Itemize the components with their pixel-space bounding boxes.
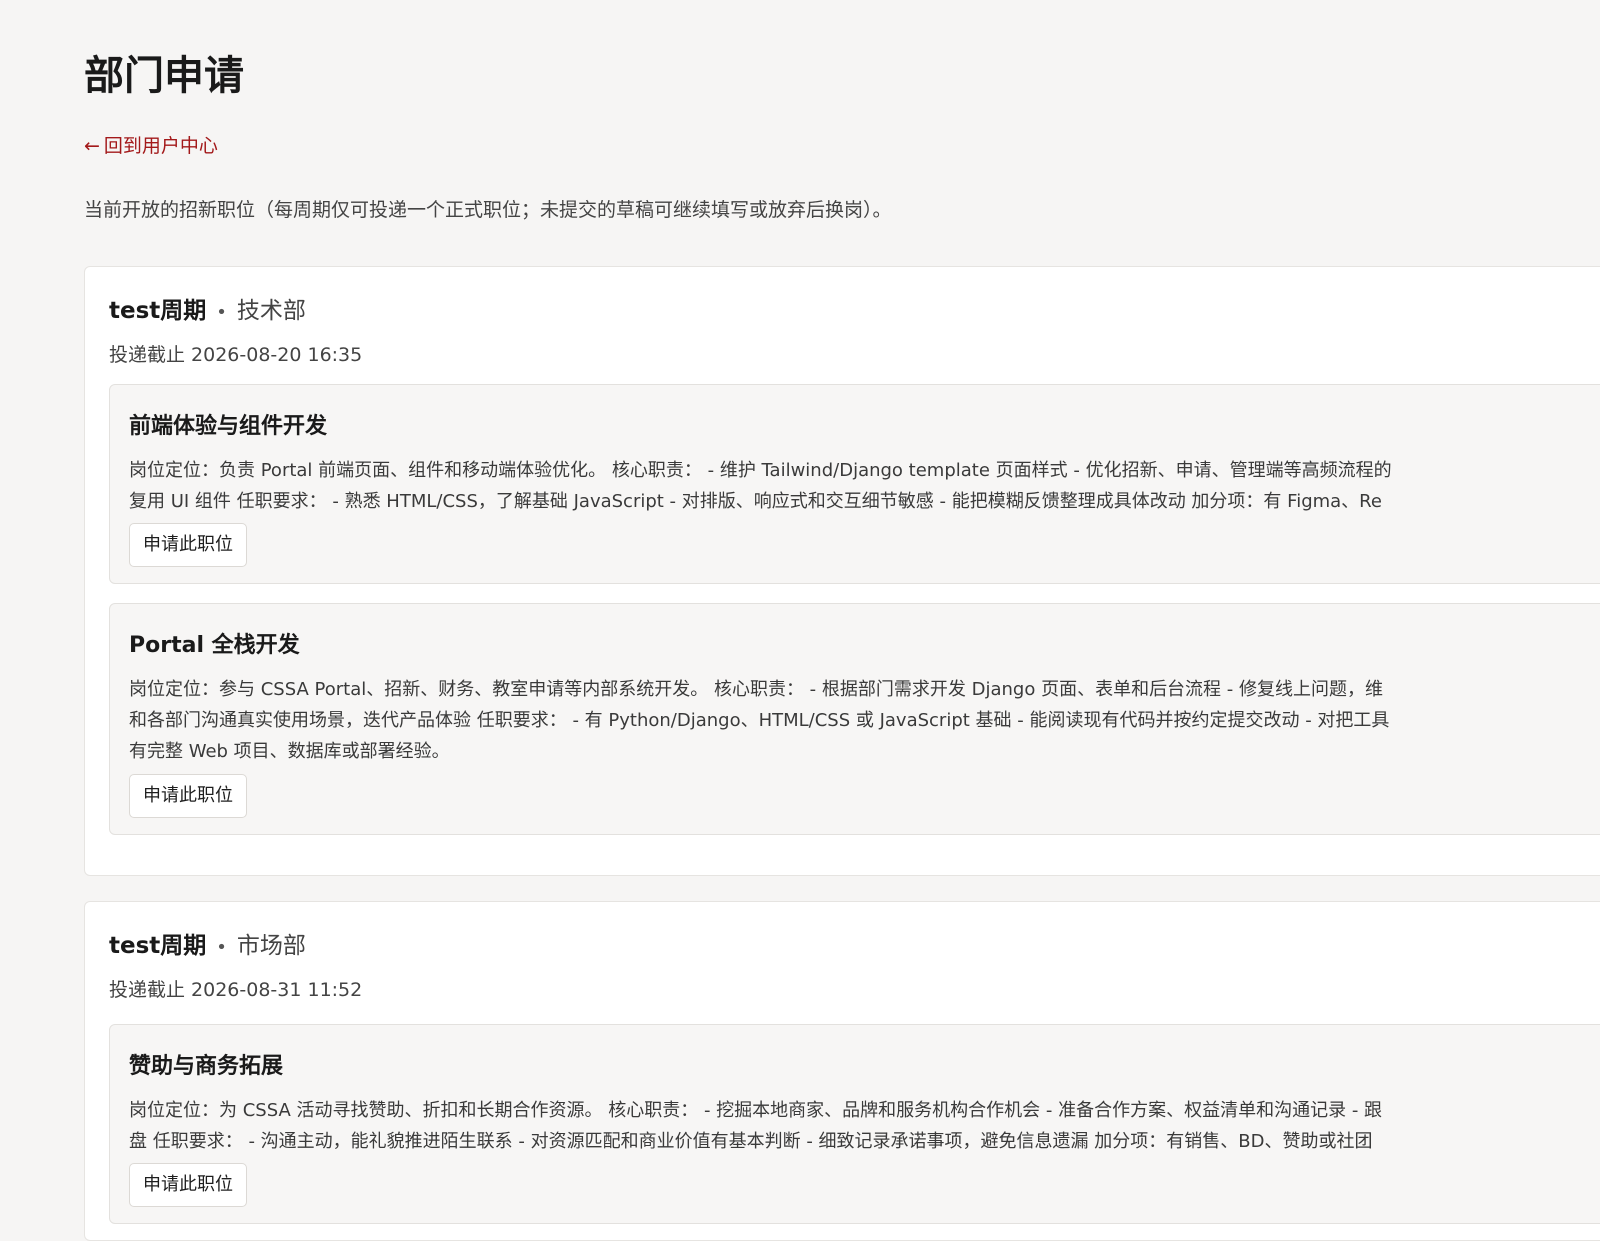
back-to-user-center-link[interactable]: ← 回到用户中心 [84,132,218,160]
cycle-card-marketing: test周期 • 市场部 投递截止 2026-08-31 11:52 赞助与商务拓展 … [84,901,1600,1241]
position-title: 赞助与商务拓展 [129,1054,284,1079]
position-description: 岗位定位：负责 Portal 前端页面、组件和移动端体验优化。 核心职责： - … [129,455,1600,517]
cycle-header: test周期 • 市场部 [109,930,306,964]
description-line: 有完整 Web 项目、数据库或部署经验。 [129,741,450,762]
description-line: 盘 任职要求： - 沟通主动，能礼貌推进陌生联系 - 对资源匹配和商业价值有基本… [129,1131,1373,1152]
description-line: 复用 UI 组件 任职要求： - 熟悉 HTML/CSS，了解基础 JavaSc… [129,491,1382,512]
cycle-deadline: 投递截止 2026-08-31 11:52 [109,976,362,1004]
cycle-department: 市场部 [236,933,306,959]
deadline-label: 投递截止 [109,344,186,366]
position-title: 前端体验与组件开发 [129,414,328,439]
apply-position-button[interactable]: 申请此职位 [129,1163,247,1207]
cycle-card-tech: test周期 • 技术部 投递截止 2026-08-20 16:35 前端体验与组件开… [84,266,1600,876]
cycle-name: test周期 [109,933,207,959]
bullet-separator-icon: • [216,937,227,958]
apply-position-button[interactable]: 申请此职位 [129,523,247,567]
apply-position-button[interactable]: 申请此职位 [129,774,247,818]
page-title: 部门申请 [84,52,244,99]
position-card-sponsorship: 赞助与商务拓展 岗位定位：为 CSSA 活动寻找赞助、折扣和长期合作资源。 核心… [109,1024,1600,1224]
description-line: 和各部门沟通真实使用场景，迭代产品体验 任职要求： - 有 Python/Dja… [129,710,1390,731]
cycle-department: 技术部 [236,298,306,324]
position-title: Portal 全栈开发 [129,633,300,658]
position-description: 岗位定位：参与 CSSA Portal、招新、财务、教室申请等内部系统开发。 核… [129,674,1600,767]
arrow-left-icon: ← [84,135,100,157]
deadline-value: 2026-08-31 11:52 [191,979,363,1001]
description-line: 岗位定位：参与 CSSA Portal、招新、财务、教室申请等内部系统开发。 核… [129,679,1383,700]
cycle-name: test周期 [109,298,207,324]
deadline-label: 投递截止 [109,979,186,1001]
intro-text: 当前开放的招新职位（每周期仅可投递一个正式职位；未提交的草稿可继续填写或放弃后换… [84,199,892,221]
deadline-value: 2026-08-20 16:35 [191,344,363,366]
back-link-label: 回到用户中心 [103,135,218,157]
cycle-header: test周期 • 技术部 [109,295,306,329]
position-card-frontend: 前端体验与组件开发 岗位定位：负责 Portal 前端页面、组件和移动端体验优化… [109,384,1600,584]
page: 部门申请 ← 回到用户中心 当前开放的招新职位（每周期仅可投递一个正式职位；未提交… [84,0,1600,1241]
cycle-deadline: 投递截止 2026-08-20 16:35 [109,341,362,369]
description-line: 岗位定位：负责 Portal 前端页面、组件和移动端体验优化。 核心职责： - … [129,460,1392,481]
description-line: 岗位定位：为 CSSA 活动寻找赞助、折扣和长期合作资源。 核心职责： - 挖掘… [129,1100,1383,1121]
position-card-fullstack: Portal 全栈开发 岗位定位：参与 CSSA Portal、招新、财务、教室… [109,603,1600,835]
position-description: 岗位定位：为 CSSA 活动寻找赞助、折扣和长期合作资源。 核心职责： - 挖掘… [129,1095,1600,1157]
bullet-separator-icon: • [216,302,227,323]
